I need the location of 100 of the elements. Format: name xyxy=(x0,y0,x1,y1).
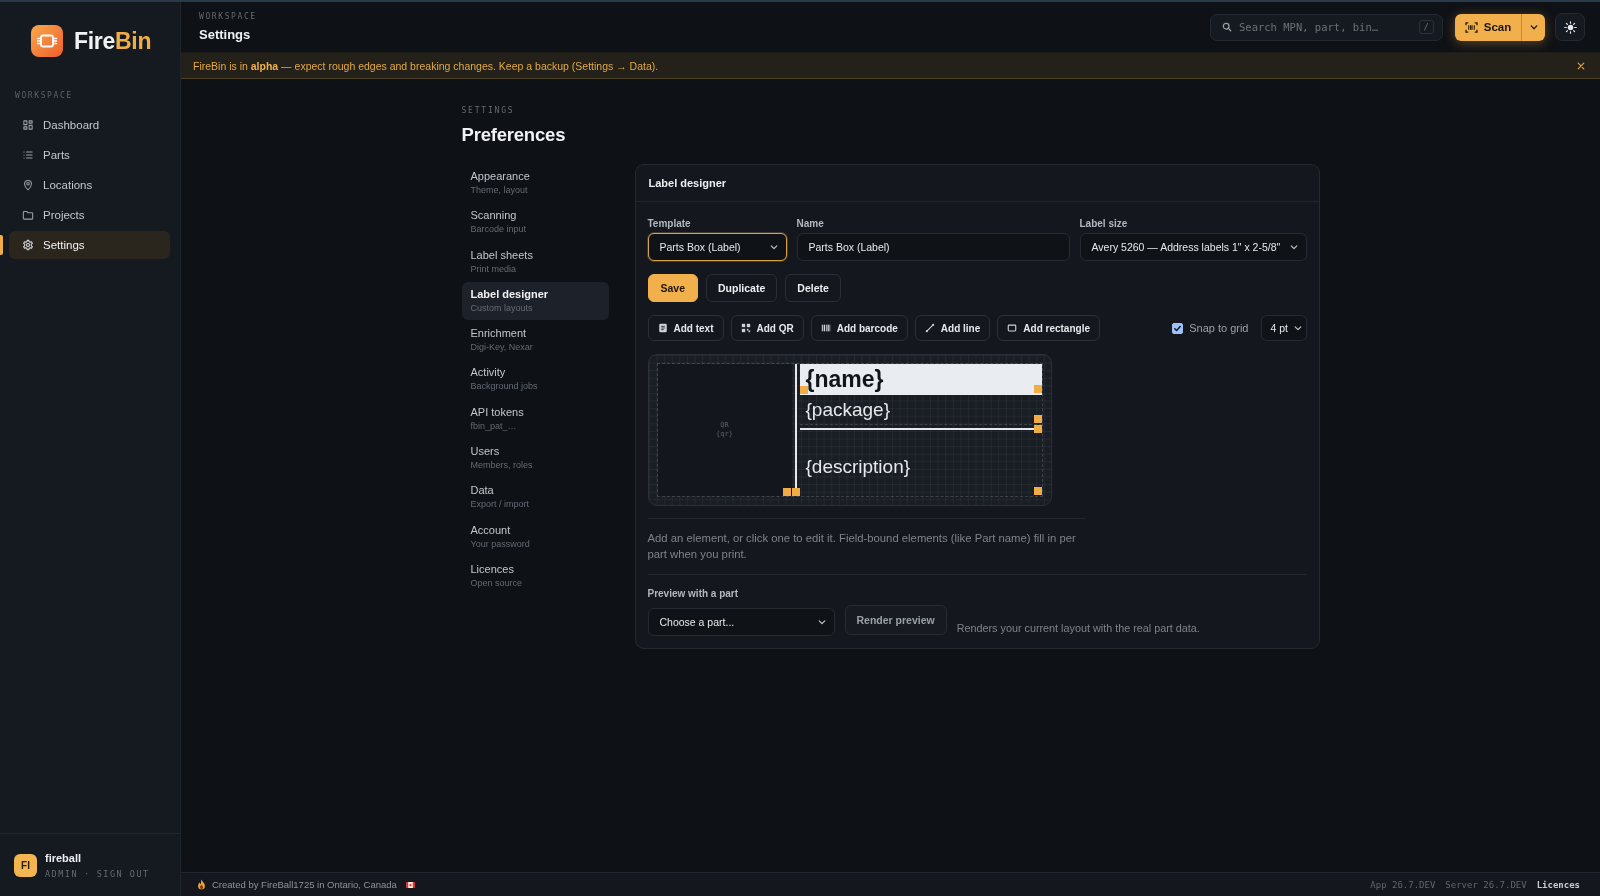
resize-handle[interactable] xyxy=(799,386,808,394)
settings-nav-label: Enrichment xyxy=(470,327,528,341)
settings-nav-item[interactable]: Scanning Barcode input xyxy=(461,203,609,242)
credit-text: Created by FireBall1725 in Ontario, Canada xyxy=(212,879,397,890)
settings-nav-item[interactable]: Licences Open source xyxy=(461,556,609,595)
settings-nav-label: Label sheets xyxy=(470,248,534,262)
qr-code-icon xyxy=(740,323,751,333)
settings-nav-detail: fbin_pat_… xyxy=(470,420,518,432)
resize-handle[interactable] xyxy=(1033,385,1042,393)
chevron-down-icon xyxy=(1289,244,1298,250)
settings-nav-item[interactable]: API tokens fbin_pat_… xyxy=(461,399,609,438)
select-field[interactable]: Parts Box (Label) xyxy=(647,233,787,261)
resize-handle[interactable] xyxy=(1033,487,1042,495)
select-field[interactable]: Choose a part... xyxy=(647,608,835,636)
settings-nav-label: Label designer xyxy=(470,287,550,301)
version-text: App 26.7.DEV xyxy=(1370,879,1436,890)
page-heading: Preferences xyxy=(461,124,567,146)
barcode-scan-icon xyxy=(1464,21,1478,33)
version-text: Server 26.7.DEV xyxy=(1445,879,1527,890)
settings-nav-item[interactable]: Label sheets Print media xyxy=(461,242,609,281)
chevron-down-icon xyxy=(769,244,778,250)
nav-item[interactable]: Locations xyxy=(9,171,170,199)
chevron-down-icon xyxy=(1529,24,1538,30)
settings-nav-detail: Export / import xyxy=(470,499,531,511)
flame-icon xyxy=(197,879,206,890)
settings-nav-detail: Your password xyxy=(470,538,531,550)
settings-nav-detail: Print media xyxy=(470,263,518,275)
nav-item[interactable]: Dashboard xyxy=(9,111,170,139)
field-label: Name xyxy=(796,217,825,230)
nav-item[interactable]: Settings xyxy=(9,231,170,259)
gear-icon xyxy=(22,239,34,251)
settings-nav-item[interactable]: Account Your password xyxy=(461,517,609,556)
tool-button[interactable]: Add rectangle xyxy=(997,315,1100,341)
checkmark-icon xyxy=(1173,323,1183,333)
text-input[interactable]: Parts Box (Label) xyxy=(796,233,1070,261)
chip-logo-icon xyxy=(31,25,63,57)
settings-nav-item[interactable]: Label designer Custom layouts xyxy=(461,281,609,320)
scan-button[interactable]: Scan xyxy=(1455,13,1521,41)
close-icon[interactable] xyxy=(1577,61,1585,70)
breadcrumb: WORKSPACE xyxy=(199,12,257,22)
settings-nav-label: API tokens xyxy=(470,405,525,419)
separator-dot: · xyxy=(84,868,91,879)
nav-item[interactable]: Projects xyxy=(9,201,170,229)
field-label: Preview with a part xyxy=(647,587,740,600)
banner-text: FireBin is in alpha — expect rough edges and breaking changes. Keep a backup (Settings → Data). xyxy=(193,59,659,72)
search-icon xyxy=(1222,22,1232,32)
rectangle-icon xyxy=(1007,323,1018,333)
settings-nav-item[interactable]: Appearance Theme, layout xyxy=(461,164,609,202)
settings-nav-item[interactable]: Activity Background jobs xyxy=(461,360,609,399)
chevron-down-icon xyxy=(1294,325,1302,331)
grid-icon xyxy=(22,119,34,131)
theme-toggle-button[interactable] xyxy=(1555,13,1585,41)
settings-nav-label: Activity xyxy=(470,366,507,380)
settings-nav-detail: Background jobs xyxy=(470,381,539,393)
settings-nav-detail: Theme, layout xyxy=(470,185,529,196)
tool-button[interactable]: Add line xyxy=(914,315,991,341)
settings-nav-item[interactable]: Data Export / import xyxy=(461,478,609,517)
settings-nav-label: Data xyxy=(470,484,495,498)
barcode-icon xyxy=(820,323,831,333)
document-icon xyxy=(657,323,668,333)
settings-nav-label: Account xyxy=(470,523,512,537)
checkbox[interactable] xyxy=(1172,322,1184,334)
settings-nav-detail: Open source xyxy=(470,577,524,589)
card-title: Label designer xyxy=(648,177,727,189)
save-button[interactable]: Save xyxy=(647,274,699,302)
section-label: WORKSPACE xyxy=(15,90,74,101)
action-button[interactable]: Delete xyxy=(785,274,841,302)
settings-nav-item[interactable]: Enrichment Digi-Key, Nexar xyxy=(461,321,609,360)
settings-nav-label: Users xyxy=(470,445,501,459)
settings-nav-detail: Digi-Key, Nexar xyxy=(470,342,534,354)
map-pin-icon xyxy=(22,179,34,191)
select-field[interactable]: Avery 5260 — Address labels 1" x 2-5/8" xyxy=(1079,233,1307,261)
scan-menu-button[interactable] xyxy=(1521,13,1545,41)
tool-button[interactable]: Add text xyxy=(647,315,724,341)
grid-step-select[interactable]: 4 pt xyxy=(1260,315,1307,341)
vertical-line-element[interactable] xyxy=(794,364,797,488)
action-button[interactable]: Duplicate xyxy=(706,274,778,302)
nav-item[interactable]: Parts xyxy=(9,141,170,169)
checkbox-label: Snap to grid xyxy=(1189,322,1249,334)
search-field[interactable]: Search MPN, part, bin… / xyxy=(1210,13,1443,41)
text-element[interactable]: {name} xyxy=(799,364,1042,395)
section-eyebrow: SETTINGS xyxy=(461,106,516,116)
text-element[interactable]: {package} xyxy=(799,395,1042,425)
user-avatar: FI xyxy=(14,853,37,877)
settings-nav-label: Licences xyxy=(470,562,515,576)
folder-icon xyxy=(22,209,34,221)
shortcut-key: / xyxy=(1418,20,1434,34)
chevron-down-icon xyxy=(817,619,826,625)
settings-nav-label: Appearance xyxy=(470,170,531,183)
preview-note: Renders your current layout with the real part data. xyxy=(956,621,1200,636)
tool-button[interactable]: Add QR xyxy=(730,315,804,341)
settings-nav-item[interactable]: Users Members, roles xyxy=(461,439,609,478)
line-icon xyxy=(924,323,935,333)
text-element[interactable]: {description} xyxy=(799,433,1042,496)
field-label: Label size xyxy=(1079,217,1129,230)
list-icon xyxy=(22,149,34,161)
licences-link[interactable]: Licences xyxy=(1536,879,1580,890)
tool-button[interactable]: Add barcode xyxy=(810,315,908,341)
sun-icon xyxy=(1563,20,1577,34)
settings-nav-label: Scanning xyxy=(470,209,518,223)
